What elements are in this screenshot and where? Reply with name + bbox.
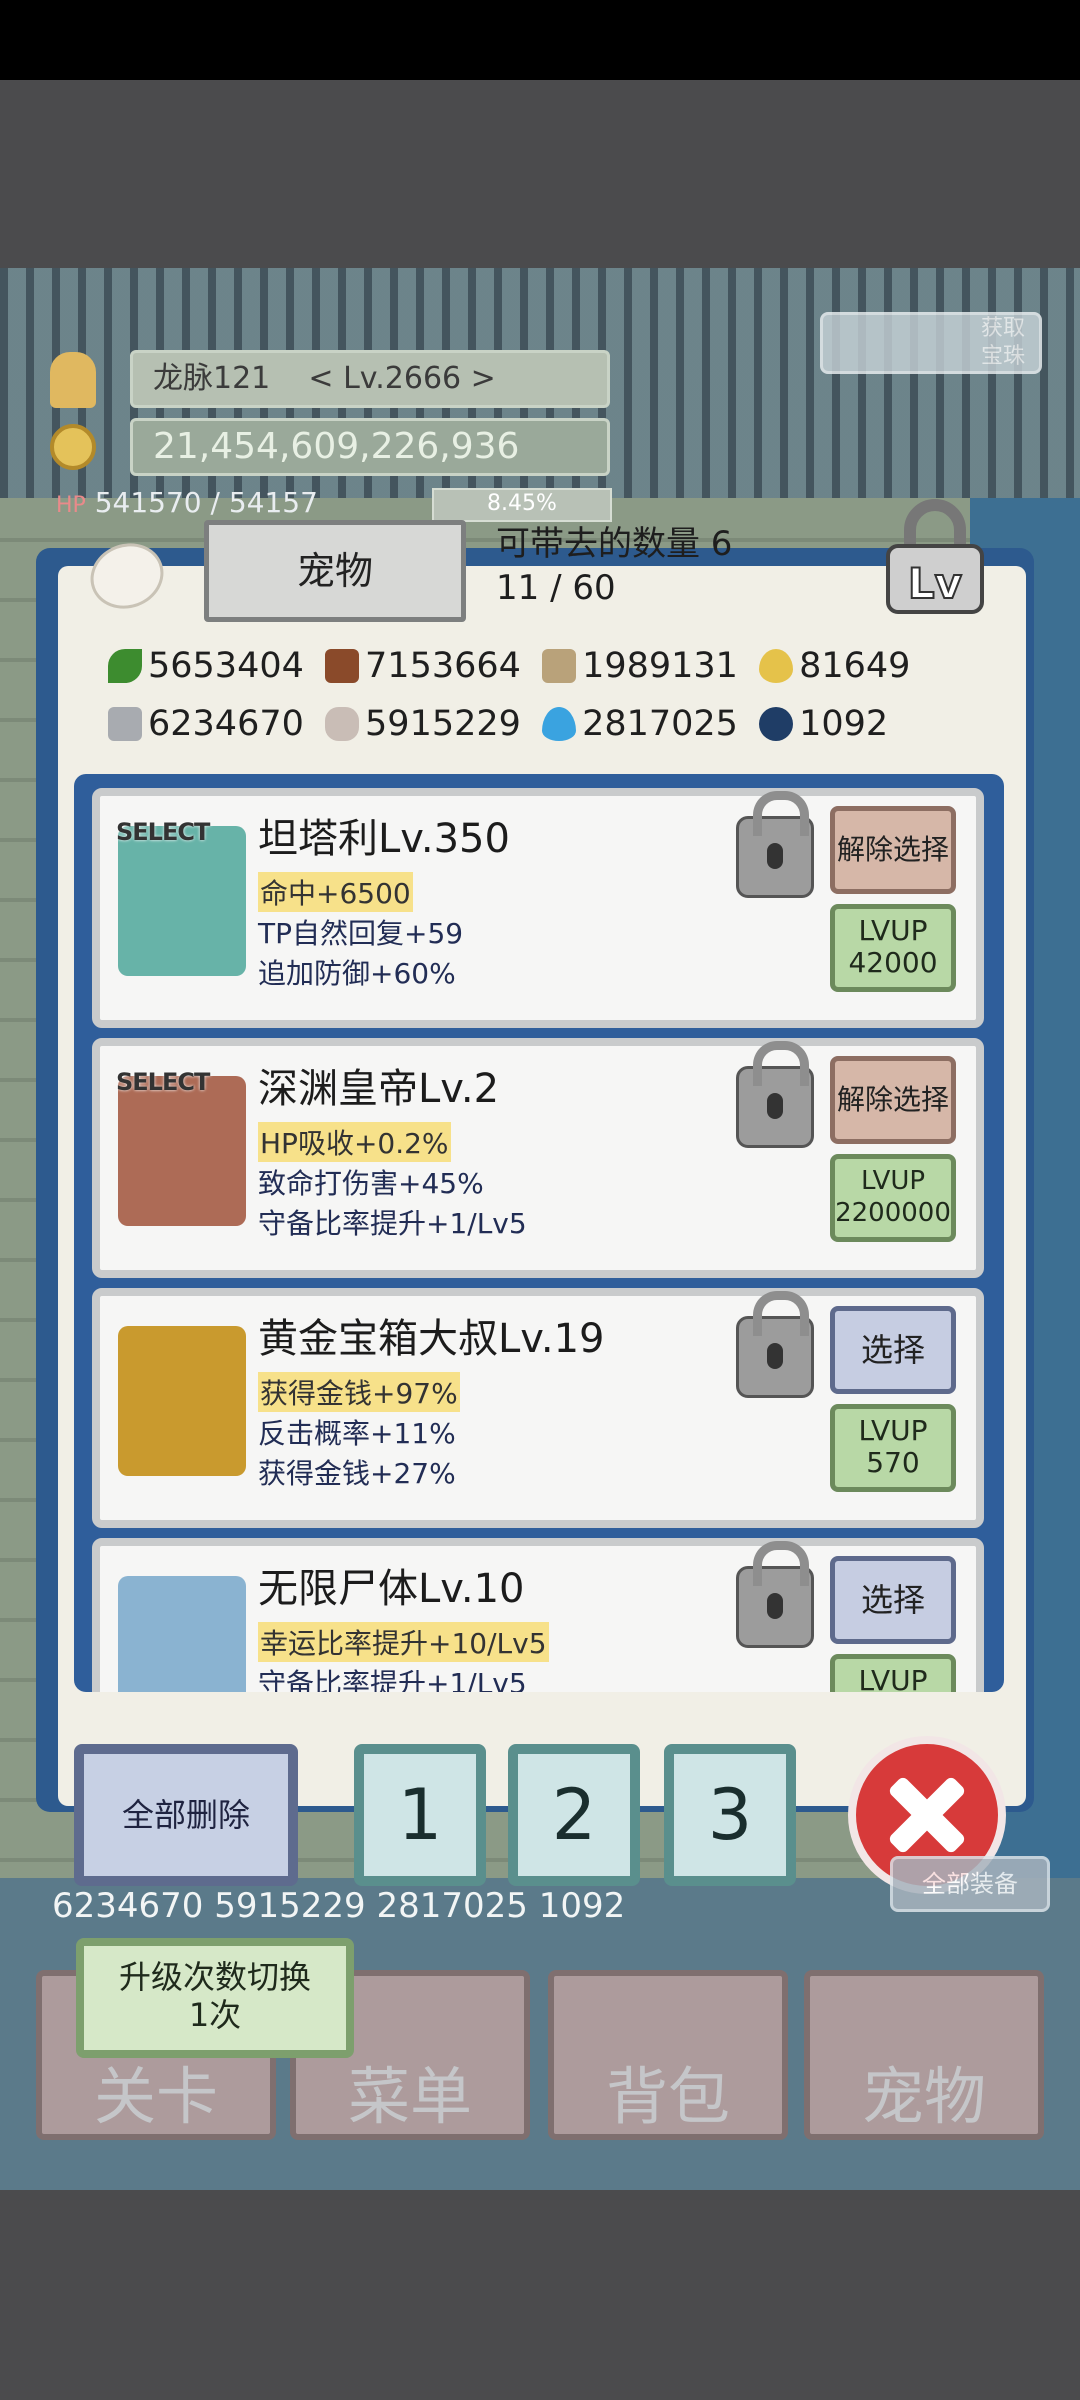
get-orb-button[interactable]: 获取 宝珠 bbox=[820, 312, 1042, 374]
pet-portrait bbox=[118, 826, 246, 976]
pet-portrait bbox=[118, 1576, 246, 1692]
slot-2-button[interactable]: 2 bbox=[508, 1744, 640, 1886]
equip-all-button[interactable]: 全部装备 bbox=[890, 1856, 1050, 1912]
select-tag: SELECT bbox=[116, 818, 210, 846]
pet-effect: 获得金钱+27% bbox=[258, 1457, 456, 1490]
lvup-label: LVUP bbox=[858, 1664, 928, 1693]
pet-effect: 幸运比率提升+10/Lv5 bbox=[258, 1622, 549, 1662]
resource-value: 81649 bbox=[799, 646, 911, 686]
lock-icon[interactable] bbox=[736, 1041, 814, 1148]
upgrade-count-value: 1次 bbox=[188, 1996, 242, 2034]
lock-icon[interactable] bbox=[736, 1291, 814, 1398]
leaf-icon bbox=[108, 649, 142, 683]
pet-list[interactable]: SELECT 坦塔利Lv.350 命中+6500 TP自然回复+59 追加防御+… bbox=[74, 774, 1004, 1692]
lvup-label: LVUP bbox=[858, 1414, 928, 1447]
resource-value: 6234670 bbox=[148, 704, 304, 744]
gold-coin-icon bbox=[50, 424, 96, 470]
pet-effect: 反击概率+11% bbox=[258, 1417, 456, 1450]
pet-card[interactable]: 黄金宝箱大叔Lv.19 获得金钱+97% 反击概率+11% 获得金钱+27% 选… bbox=[92, 1288, 984, 1528]
lvup-cost: 2200000 bbox=[835, 1198, 951, 1228]
lock-icon[interactable] bbox=[736, 1541, 814, 1648]
player-name-box: 龙脉121 < Lv.2666 > bbox=[130, 350, 610, 408]
nav-pet-button[interactable]: 宠物 bbox=[804, 1970, 1044, 2140]
player-name: 龙脉121 bbox=[153, 361, 271, 396]
pet-portrait bbox=[118, 1326, 246, 1476]
gold-drop-icon bbox=[759, 649, 794, 683]
tab-pet[interactable]: 宠物 bbox=[204, 520, 466, 622]
blue-flame-icon bbox=[542, 707, 577, 741]
hp-label: HP bbox=[56, 493, 86, 518]
slot-1-button[interactable]: 1 bbox=[354, 1744, 486, 1886]
pet-card[interactable]: 无限尸体Lv.10 幸运比率提升+10/Lv5 守备比率提升+1/Lv5 选择 … bbox=[92, 1538, 984, 1692]
pet-portrait bbox=[118, 1076, 246, 1226]
hp-readout: HP 541570 / 54157 bbox=[56, 486, 318, 519]
unselect-button[interactable]: 解除选择 bbox=[830, 806, 956, 894]
pet-name: 深渊皇帝Lv.2 bbox=[258, 1066, 500, 1112]
pet-name: 无限尸体Lv.10 bbox=[258, 1566, 525, 1612]
iron-ingot-icon bbox=[108, 707, 142, 741]
pet-effect: 命中+6500 bbox=[258, 872, 413, 912]
pet-card[interactable]: SELECT 坦塔利Lv.350 命中+6500 TP自然回复+59 追加防御+… bbox=[92, 788, 984, 1028]
select-button[interactable]: 选择 bbox=[830, 1306, 956, 1394]
resource-value: 5915229 bbox=[365, 704, 521, 744]
pet-effect: 获得金钱+97% bbox=[258, 1372, 460, 1412]
lvup-label: LVUP bbox=[860, 1166, 926, 1196]
wood-log-icon bbox=[325, 649, 360, 683]
lock-level-icon[interactable]: Lv bbox=[880, 498, 990, 618]
player-level: < Lv.2666 > bbox=[308, 361, 496, 396]
lock-badge-text: Lv bbox=[908, 559, 962, 608]
pet-effect: 守备比率提升+1/Lv5 bbox=[258, 1667, 527, 1692]
background-resources: 6234670 5915229 2817025 1092 bbox=[52, 1886, 626, 1926]
resource-value: 1989131 bbox=[582, 646, 738, 686]
lvup-cost: 42000 bbox=[848, 946, 938, 979]
pet-card[interactable]: SELECT 深渊皇帝Lv.2 HP吸收+0.2% 致命打伤害+45% 守备比率… bbox=[92, 1038, 984, 1278]
pet-count: 11 / 60 bbox=[496, 568, 616, 608]
pet-effect: HP吸收+0.2% bbox=[258, 1122, 451, 1162]
resource-row-1: 5653404 7153664 1989131 81649 bbox=[108, 644, 910, 688]
select-tag: SELECT bbox=[116, 1068, 210, 1096]
nav-backpack-button[interactable]: 背包 bbox=[548, 1970, 788, 2140]
resource-value: 5653404 bbox=[148, 646, 304, 686]
player-avatar-icon bbox=[50, 352, 96, 408]
plank-icon bbox=[542, 649, 577, 683]
level-up-button[interactable]: LVUP 2200000 bbox=[830, 1154, 956, 1242]
pet-name: 坦塔利Lv.350 bbox=[258, 816, 510, 862]
resource-value: 2817025 bbox=[582, 704, 738, 744]
pet-effect: 守备比率提升+1/Lv5 bbox=[258, 1207, 527, 1240]
resource-row-2: 6234670 5915229 2817025 1092 bbox=[108, 702, 888, 746]
hp-value: 541570 / 54157 bbox=[94, 486, 318, 519]
upgrade-count-toggle-button[interactable]: 升级次数切换 1次 bbox=[76, 1938, 354, 2058]
delete-all-button[interactable]: 全部删除 bbox=[74, 1744, 298, 1886]
slot-3-button[interactable]: 3 bbox=[664, 1744, 796, 1886]
status-bar bbox=[0, 0, 1080, 80]
dark-orb-icon bbox=[759, 707, 794, 741]
stone-icon bbox=[325, 707, 360, 741]
get-orb-label-2: 宝珠 bbox=[980, 344, 1025, 369]
resource-value: 1092 bbox=[799, 704, 889, 744]
level-up-button[interactable]: LVUP 42000 bbox=[830, 904, 956, 992]
pet-effect: 致命打伤害+45% bbox=[258, 1167, 484, 1200]
select-button[interactable]: 选择 bbox=[830, 1556, 956, 1644]
get-orb-label-1: 获取 bbox=[980, 316, 1025, 341]
gold-amount: 21,454,609,226,936 bbox=[130, 418, 610, 476]
unselect-button[interactable]: 解除选择 bbox=[830, 1056, 956, 1144]
resource-value: 7153664 bbox=[365, 646, 521, 686]
carry-limit-label: 可带去的数量 6 bbox=[496, 524, 733, 564]
pet-effect: TP自然回复+59 bbox=[258, 917, 464, 950]
pet-name: 黄金宝箱大叔Lv.19 bbox=[258, 1316, 605, 1362]
pet-effect: 追加防御+60% bbox=[258, 957, 456, 990]
level-up-button[interactable]: LVUP bbox=[830, 1654, 956, 1692]
exp-percent: 8.45% bbox=[487, 491, 557, 516]
upgrade-count-label: 升级次数切换 bbox=[118, 1958, 311, 1996]
lvup-label: LVUP bbox=[858, 914, 928, 947]
lvup-cost: 570 bbox=[866, 1446, 920, 1479]
level-up-button[interactable]: LVUP 570 bbox=[830, 1404, 956, 1492]
lock-icon[interactable] bbox=[736, 791, 814, 898]
